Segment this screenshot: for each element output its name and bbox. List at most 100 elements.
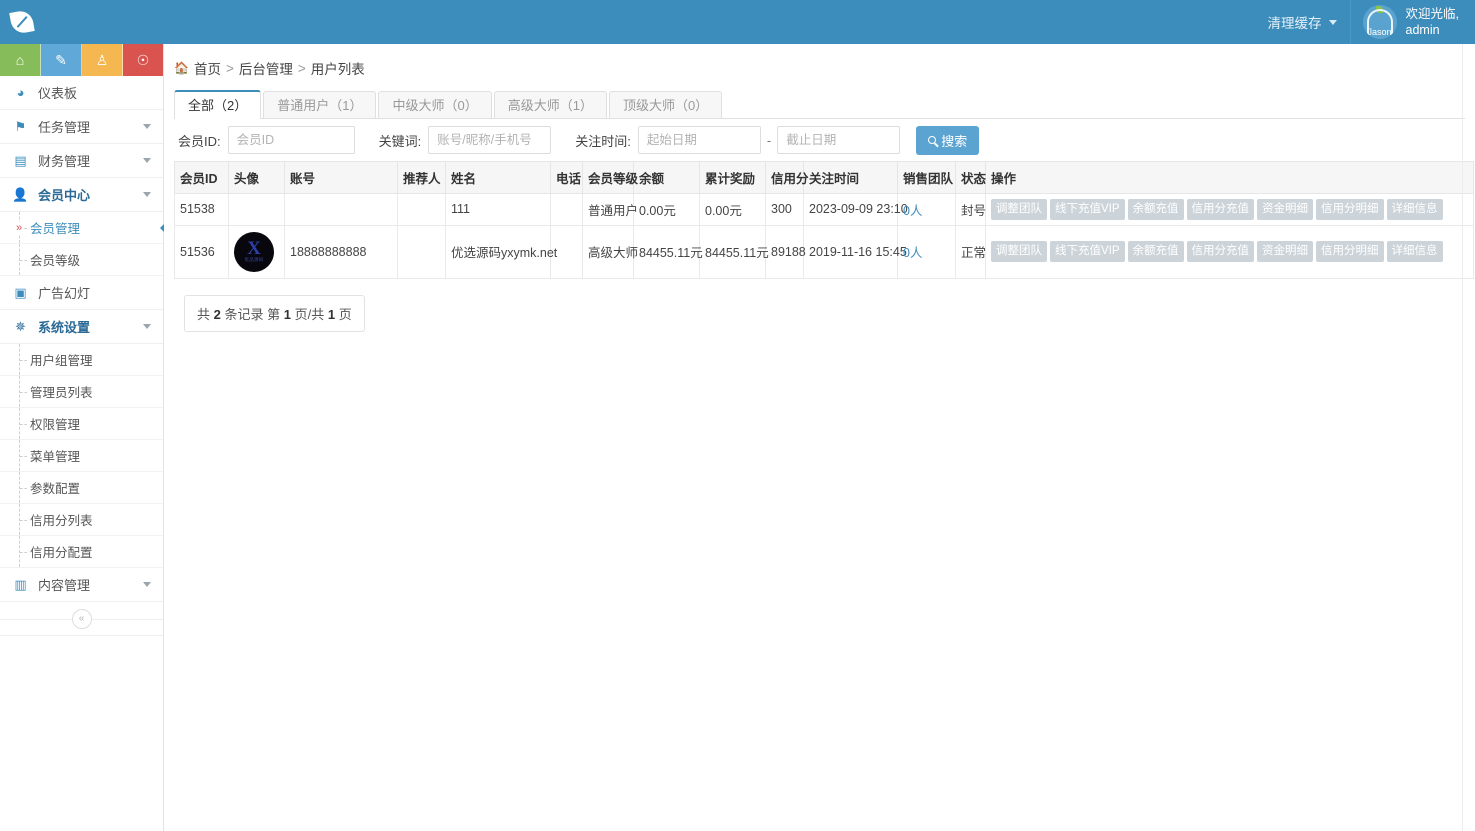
detail-info-button[interactable]: 详细信息 <box>1387 199 1443 220</box>
breadcrumb-item-admin[interactable]: 后台管理 <box>239 58 293 78</box>
sidebar-item-credit-list[interactable]: 信用分列表 <box>0 504 163 536</box>
adjust-team-button[interactable]: 调整团队 <box>991 241 1047 262</box>
sidebar-item-system-settings[interactable]: ✵ 系统设置 <box>0 310 163 344</box>
chevron-down-icon <box>1329 20 1337 25</box>
th-level: 会员等级 <box>583 162 634 194</box>
sidebar-item-permissions[interactable]: 权限管理 <box>0 408 163 440</box>
quick-home-button[interactable]: ⌂ <box>0 44 41 76</box>
tab-all[interactable]: 全部（2） <box>174 90 261 119</box>
credit-details-button[interactable]: 信用分明细 <box>1316 241 1384 262</box>
sidebar-collapse-button[interactable]: « <box>72 609 92 629</box>
clear-cache-label: 清理缓存 <box>1268 12 1322 32</box>
avatar: Jason <box>1363 5 1397 39</box>
pagination-end: 页 <box>339 307 352 322</box>
adjust-team-button[interactable]: 调整团队 <box>991 199 1047 220</box>
chevron-down-icon <box>143 124 151 129</box>
tab-senior-master[interactable]: 高级大师（1） <box>494 91 607 118</box>
sidebar-item-finance[interactable]: ▤ 财务管理 <box>0 144 163 178</box>
chevron-down-icon <box>143 158 151 163</box>
sidebar-subitem-label: 权限管理 <box>30 414 80 433</box>
cell-status: 正常 <box>956 225 986 278</box>
offline-vip-recharge-button[interactable]: 线下充值VIP <box>1050 199 1125 220</box>
cell-credit: 89188 <box>766 225 804 278</box>
cell-level: 高级大师 <box>583 225 634 278</box>
leaf-icon <box>9 9 34 34</box>
sidebar-item-member-center[interactable]: 👤 会员中心 <box>0 178 163 212</box>
fund-details-button[interactable]: 资金明细 <box>1257 199 1313 220</box>
cell-total-reward: 0.00元 <box>700 194 766 226</box>
chevron-left-double-icon: « <box>79 613 85 624</box>
bell-icon: ☉ <box>137 52 150 69</box>
sidebar-item-tasks[interactable]: ⚑ 任务管理 <box>0 110 163 144</box>
user-avatar-image: X 优品源码 <box>234 232 274 272</box>
sidebar-item-parameter-config[interactable]: 参数配置 <box>0 472 163 504</box>
credit-details-button[interactable]: 信用分明细 <box>1316 199 1384 220</box>
date-from-input[interactable] <box>638 126 761 154</box>
sidebar-item-label: 广告幻灯 <box>38 283 90 302</box>
offline-vip-recharge-button[interactable]: 线下充值VIP <box>1050 241 1125 262</box>
flag-icon: ⚑ <box>12 119 29 135</box>
cell-credit: 300 <box>766 194 804 226</box>
fund-details-button[interactable]: 资金明细 <box>1257 241 1313 262</box>
avatar-logo-sub: 优品源码 <box>244 257 263 263</box>
sidebar-item-dashboard[interactable]: ◕ 仪表板 <box>0 76 163 110</box>
sidebar-item-member-management[interactable]: » 会员管理 <box>0 212 163 244</box>
pagination-total-pages: 1 <box>328 307 335 322</box>
th-avatar: 头像 <box>229 162 285 194</box>
balance-recharge-button[interactable]: 余额充值 <box>1128 241 1184 262</box>
table-row: 51538 111 普通用户 0.00元 0.00元 300 2023-09-0… <box>175 194 1474 226</box>
welcome-line-2: admin <box>1406 22 1459 38</box>
quick-notification-button[interactable]: ☉ <box>123 44 163 76</box>
tab-top-master[interactable]: 顶级大师（0） <box>609 91 722 118</box>
search-button[interactable]: 搜索 <box>916 126 979 155</box>
user-icon: 👤 <box>12 187 29 203</box>
breadcrumb-item-home[interactable]: 首页 <box>194 58 221 78</box>
clear-cache-dropdown[interactable]: 清理缓存 <box>1255 0 1351 44</box>
sidebar-item-menu-management[interactable]: 菜单管理 <box>0 440 163 472</box>
cell-level: 普通用户 <box>583 194 634 226</box>
action-button-group: 调整团队 线下充值VIP 余额充值 信用分充值 资金明细 信用分明细 详细信息 <box>991 241 1468 262</box>
pagination-suffix: 页/共 <box>295 307 325 322</box>
credit-recharge-button[interactable]: 信用分充值 <box>1187 199 1255 220</box>
cell-sales-team[interactable]: 0人 <box>898 194 956 226</box>
sidebar-item-content-management[interactable]: ▥ 内容管理 <box>0 568 163 602</box>
quick-action-bar: ⌂ ✎ ♙ ☉ <box>0 44 163 76</box>
sidebar-item-ad-slides[interactable]: ▣ 广告幻灯 <box>0 276 163 310</box>
quick-edit-button[interactable]: ✎ <box>41 44 82 76</box>
top-header-bar: 清理缓存 Jason 欢迎光临, admin <box>0 0 1475 44</box>
breadcrumb: 🏠 首页 > 后台管理 > 用户列表 <box>164 44 1475 88</box>
cell-account: 18888888888 <box>285 225 398 278</box>
breadcrumb-item-current: 用户列表 <box>311 58 365 78</box>
balance-recharge-button[interactable]: 余额充值 <box>1128 199 1184 220</box>
sidebar-item-admin-list[interactable]: 管理员列表 <box>0 376 163 408</box>
right-divider <box>1462 44 1463 831</box>
cell-name: 优选源码yxymk.net <box>446 225 551 278</box>
cell-follow-time: 2019-11-16 15:45 <box>804 225 898 278</box>
chevron-down-icon <box>143 582 151 587</box>
bank-icon: ▤ <box>12 153 29 169</box>
detail-info-button[interactable]: 详细信息 <box>1387 241 1443 262</box>
cell-phone <box>551 194 583 226</box>
tab-intermediate-master[interactable]: 中级大师（0） <box>378 91 491 118</box>
tab-normal-user[interactable]: 普通用户（1） <box>263 91 376 118</box>
th-member-id: 会员ID <box>175 162 229 194</box>
sidebar-item-user-group[interactable]: 用户组管理 <box>0 344 163 376</box>
filter-bar: 会员ID: 关键词: 关注时间: - 搜索 <box>164 119 1475 161</box>
app-logo[interactable] <box>0 0 44 44</box>
member-id-input[interactable] <box>228 126 355 154</box>
sidebar-item-credit-config[interactable]: 信用分配置 <box>0 536 163 568</box>
pagination-total: 2 <box>214 307 221 322</box>
sidebar-item-member-level[interactable]: 会员等级 <box>0 244 163 276</box>
quick-users-button[interactable]: ♙ <box>82 44 123 76</box>
breadcrumb-separator: > <box>226 61 234 76</box>
keyword-input[interactable] <box>428 126 551 154</box>
credit-recharge-button[interactable]: 信用分充值 <box>1187 241 1255 262</box>
cell-actions: 调整团队 线下充值VIP 余额充值 信用分充值 资金明细 信用分明细 详细信息 <box>986 225 1474 278</box>
user-menu[interactable]: Jason 欢迎光临, admin <box>1351 0 1475 44</box>
th-phone: 电话 <box>551 162 583 194</box>
date-to-input[interactable] <box>777 126 900 154</box>
tab-bar: 全部（2） 普通用户（1） 中级大师（0） 高级大师（1） 顶级大师（0） <box>164 88 1475 118</box>
sidebar-subitem-label: 用户组管理 <box>30 350 93 369</box>
cell-sales-team[interactable]: 0人 <box>898 225 956 278</box>
user-table: 会员ID 头像 账号 推荐人 姓名 电话 会员等级 余额 累计奖励 信用分 关注… <box>174 161 1474 279</box>
